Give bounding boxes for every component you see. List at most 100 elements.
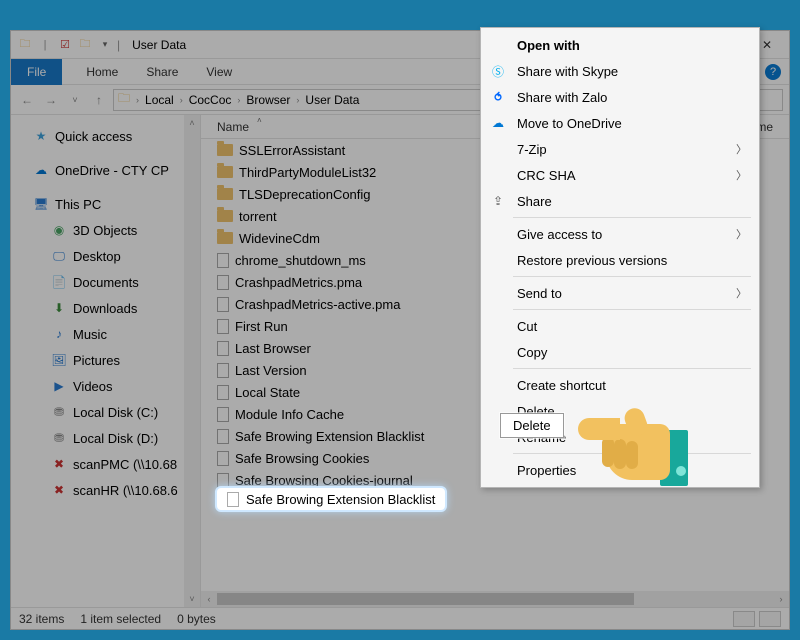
ctx-move-onedrive[interactable]: ☁Move to OneDrive: [481, 110, 759, 136]
submenu-arrow-icon: 〉: [736, 141, 747, 157]
sidebar-item[interactable]: ◉3D Objects: [11, 217, 200, 243]
sidebar-item[interactable]: 📄Documents: [11, 269, 200, 295]
disk-icon: ⛃: [51, 430, 67, 446]
sidebar-label: Local Disk (D:): [73, 431, 158, 446]
highlighted-file[interactable]: Safe Browing Extension Blacklist: [215, 486, 447, 512]
ctx-crc-sha[interactable]: CRC SHA〉: [481, 162, 759, 188]
submenu-arrow-icon: 〉: [736, 285, 747, 301]
sidebar-onedrive[interactable]: ☁ OneDrive - CTY CP: [11, 157, 200, 183]
ctx-create-shortcut[interactable]: Create shortcut: [481, 372, 759, 398]
file-icon: [217, 275, 229, 290]
file-icon: [217, 297, 229, 312]
file-name: Local State: [235, 385, 511, 400]
sidebar-label: Music: [73, 327, 107, 342]
sidebar-label: Desktop: [73, 249, 121, 264]
view-large-button[interactable]: [759, 611, 781, 627]
scroll-left-icon[interactable]: ‹: [201, 591, 217, 607]
sidebar-item[interactable]: 🖵 Desktop: [11, 243, 200, 269]
sidebar-item[interactable]: 🖼Pictures: [11, 347, 200, 373]
sidebar-label: Downloads: [73, 301, 137, 316]
desktop-icon: 🖵: [51, 248, 67, 264]
window-title: User Data: [132, 38, 186, 52]
file-icon: [217, 363, 229, 378]
ctx-label: Properties: [517, 463, 576, 478]
qat-folder-icon[interactable]: 🗀: [77, 37, 93, 53]
sidebar-item[interactable]: ⛃ Local Disk (D:): [11, 425, 200, 451]
sidebar-this-pc[interactable]: 🖥 This PC: [11, 191, 200, 217]
ctx-share-skype[interactable]: ⓈShare with Skype: [481, 58, 759, 84]
ribbon-file[interactable]: File: [11, 59, 62, 85]
sidebar-item[interactable]: ⬇ Downloads: [11, 295, 200, 321]
file-label: Safe Browing Extension Blacklist: [246, 492, 435, 507]
file-icon: [217, 253, 229, 268]
crumb[interactable]: Browser: [244, 93, 292, 107]
sidebar-label: This PC: [55, 197, 101, 212]
pictures-icon: 🖼: [51, 352, 67, 368]
ctx-label: Share with Skype: [517, 64, 618, 79]
sidebar-item[interactable]: ⛃Local Disk (C:): [11, 399, 200, 425]
nav-back-icon[interactable]: ←: [17, 90, 37, 110]
qat-dropdown-icon[interactable]: ▾: [97, 37, 113, 53]
sidebar-item[interactable]: ✖scanHR (\\10.68.6: [11, 477, 200, 503]
chevron-icon[interactable]: ›: [294, 95, 301, 105]
ctx-label: Give access to: [517, 227, 602, 242]
ctx-label: Cut: [517, 319, 537, 334]
chevron-icon[interactable]: ›: [134, 95, 141, 105]
sort-indicator-icon: ˄: [257, 116, 262, 125]
file-name: CrashpadMetrics.pma: [235, 275, 511, 290]
cloud-icon: ☁: [489, 114, 507, 132]
qat-prop-icon[interactable]: ☑: [57, 37, 73, 53]
chevron-icon[interactable]: ›: [235, 95, 242, 105]
ctx-share[interactable]: ⇪Share: [481, 188, 759, 214]
scroll-up-icon[interactable]: ˄: [184, 115, 200, 131]
share-icon: ⇪: [489, 192, 507, 210]
sidebar-item[interactable]: ✖scanPMC (\\10.68: [11, 451, 200, 477]
status-count: 32 items: [19, 612, 64, 626]
nav-pane: ★ Quick access ☁ OneDrive - CTY CP 🖥 Thi…: [11, 115, 201, 607]
disk-icon: ⛃: [51, 404, 67, 420]
netdrive-icon: ✖: [51, 482, 67, 498]
crumb[interactable]: User Data: [303, 93, 361, 107]
sidebar-label: Quick access: [55, 129, 132, 144]
ctx-7zip[interactable]: 7-Zip〉: [481, 136, 759, 162]
file-name: Last Version: [235, 363, 511, 378]
ctx-give-access[interactable]: Give access to〉: [481, 221, 759, 247]
delete-highlight[interactable]: Delete: [500, 413, 564, 438]
ctx-cut[interactable]: Cut: [481, 313, 759, 339]
objects-icon: ◉: [51, 222, 67, 238]
file-name: ThirdPartyModuleList32: [239, 165, 515, 180]
chevron-icon[interactable]: ›: [178, 95, 185, 105]
crumb[interactable]: Local: [143, 93, 176, 107]
nav-up-icon[interactable]: ↑: [89, 90, 109, 110]
scroll-down-icon[interactable]: ˅: [184, 591, 200, 607]
sidebar-item[interactable]: ▶Videos: [11, 373, 200, 399]
music-icon: ♪: [51, 326, 67, 342]
scroll-right-icon[interactable]: ›: [773, 591, 789, 607]
ribbon-view[interactable]: View: [192, 59, 246, 85]
file-name: First Run: [235, 319, 511, 334]
sidebar-quick-access[interactable]: ★ Quick access: [11, 123, 200, 149]
ctx-open-with[interactable]: Open with: [481, 32, 759, 58]
ctx-copy[interactable]: Copy: [481, 339, 759, 365]
scroll-thumb[interactable]: [217, 593, 634, 605]
ctx-separator: [513, 309, 751, 310]
ribbon-share[interactable]: Share: [132, 59, 192, 85]
file-name: torrent: [239, 209, 515, 224]
view-details-button[interactable]: [733, 611, 755, 627]
file-name: Module Info Cache: [235, 407, 511, 422]
nav-fwd-icon[interactable]: →: [41, 90, 61, 110]
folder-icon: [217, 166, 233, 178]
sidebar-item[interactable]: ♪ Music: [11, 321, 200, 347]
nav-recent-icon[interactable]: ˅: [65, 90, 85, 110]
crumb[interactable]: CocCoc: [187, 93, 234, 107]
ribbon-home[interactable]: Home: [72, 59, 132, 85]
ctx-send-to[interactable]: Send to〉: [481, 280, 759, 306]
downloads-icon: ⬇: [51, 300, 67, 316]
ctx-restore-versions[interactable]: Restore previous versions: [481, 247, 759, 273]
file-icon: [217, 407, 229, 422]
help-icon[interactable]: ?: [765, 64, 781, 80]
sidebar-scrollbar[interactable]: ˄ ˅: [184, 115, 200, 607]
ctx-label: Restore previous versions: [517, 253, 667, 268]
horizontal-scrollbar[interactable]: ‹ ›: [201, 591, 789, 607]
ctx-share-zalo[interactable]: ⥀Share with Zalo: [481, 84, 759, 110]
